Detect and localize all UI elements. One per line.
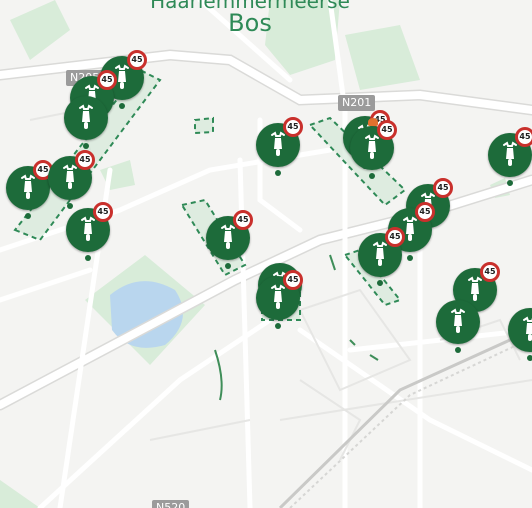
map-canvas[interactable]: Haarlemmermeerse Bos N205 N201 N520 4545… xyxy=(0,0,532,508)
marker-tip xyxy=(25,213,31,219)
marker-tip xyxy=(275,323,281,329)
scooter-marker[interactable]: 45 xyxy=(48,150,95,209)
scooter-marker[interactable] xyxy=(508,308,532,361)
scooter-marker[interactable] xyxy=(64,96,108,149)
scooter-marker[interactable]: 45 xyxy=(350,118,397,179)
place-label: Haarlemmermeerse Bos xyxy=(150,0,350,38)
scooter-icon xyxy=(508,308,532,352)
speed-limit-badge: 45 xyxy=(385,227,405,247)
road-shield-n201: N201 xyxy=(338,95,376,111)
scooter-marker[interactable]: 45 xyxy=(256,270,303,329)
scooter-marker[interactable]: 45 xyxy=(6,160,53,219)
speed-limit-badge: 45 xyxy=(415,202,435,222)
marker-tip xyxy=(83,143,89,149)
speed-limit-badge: 45 xyxy=(515,127,532,147)
speed-limit-badge: 45 xyxy=(283,117,303,137)
speed-limit-badge: 45 xyxy=(97,70,117,90)
speed-limit-badge: 45 xyxy=(283,270,303,290)
scooter-marker[interactable]: 45 xyxy=(66,202,113,261)
scooter-icon xyxy=(436,300,480,344)
scooter-marker[interactable]: 45 xyxy=(206,210,253,269)
scooter-marker[interactable]: 45 xyxy=(256,117,303,176)
marker-tip xyxy=(225,263,231,269)
speed-limit-badge: 45 xyxy=(75,150,95,170)
speed-limit-badge: 45 xyxy=(433,178,453,198)
marker-tip xyxy=(369,173,375,179)
scooter-marker[interactable]: 45 xyxy=(358,227,405,286)
speed-limit-badge: 45 xyxy=(377,120,397,140)
marker-tip xyxy=(407,255,413,261)
marker-tip xyxy=(507,180,513,186)
scooter-marker[interactable]: 45 xyxy=(488,127,532,186)
marker-tip xyxy=(455,347,461,353)
speed-limit-badge: 45 xyxy=(480,262,500,282)
scooter-marker[interactable] xyxy=(436,300,480,353)
flame-icon xyxy=(368,118,378,126)
marker-tip xyxy=(119,103,125,109)
marker-tip xyxy=(85,255,91,261)
marker-tip xyxy=(527,355,532,361)
place-label-cut: Haarlemmermeerse xyxy=(150,0,350,13)
speed-limit-badge: 45 xyxy=(233,210,253,230)
scooter-icon xyxy=(64,96,108,140)
speed-limit-badge: 45 xyxy=(127,50,147,70)
marker-tip xyxy=(377,280,383,286)
speed-limit-badge: 45 xyxy=(93,202,113,222)
marker-tip xyxy=(275,170,281,176)
road-shield-n520: N520 xyxy=(152,500,190,508)
